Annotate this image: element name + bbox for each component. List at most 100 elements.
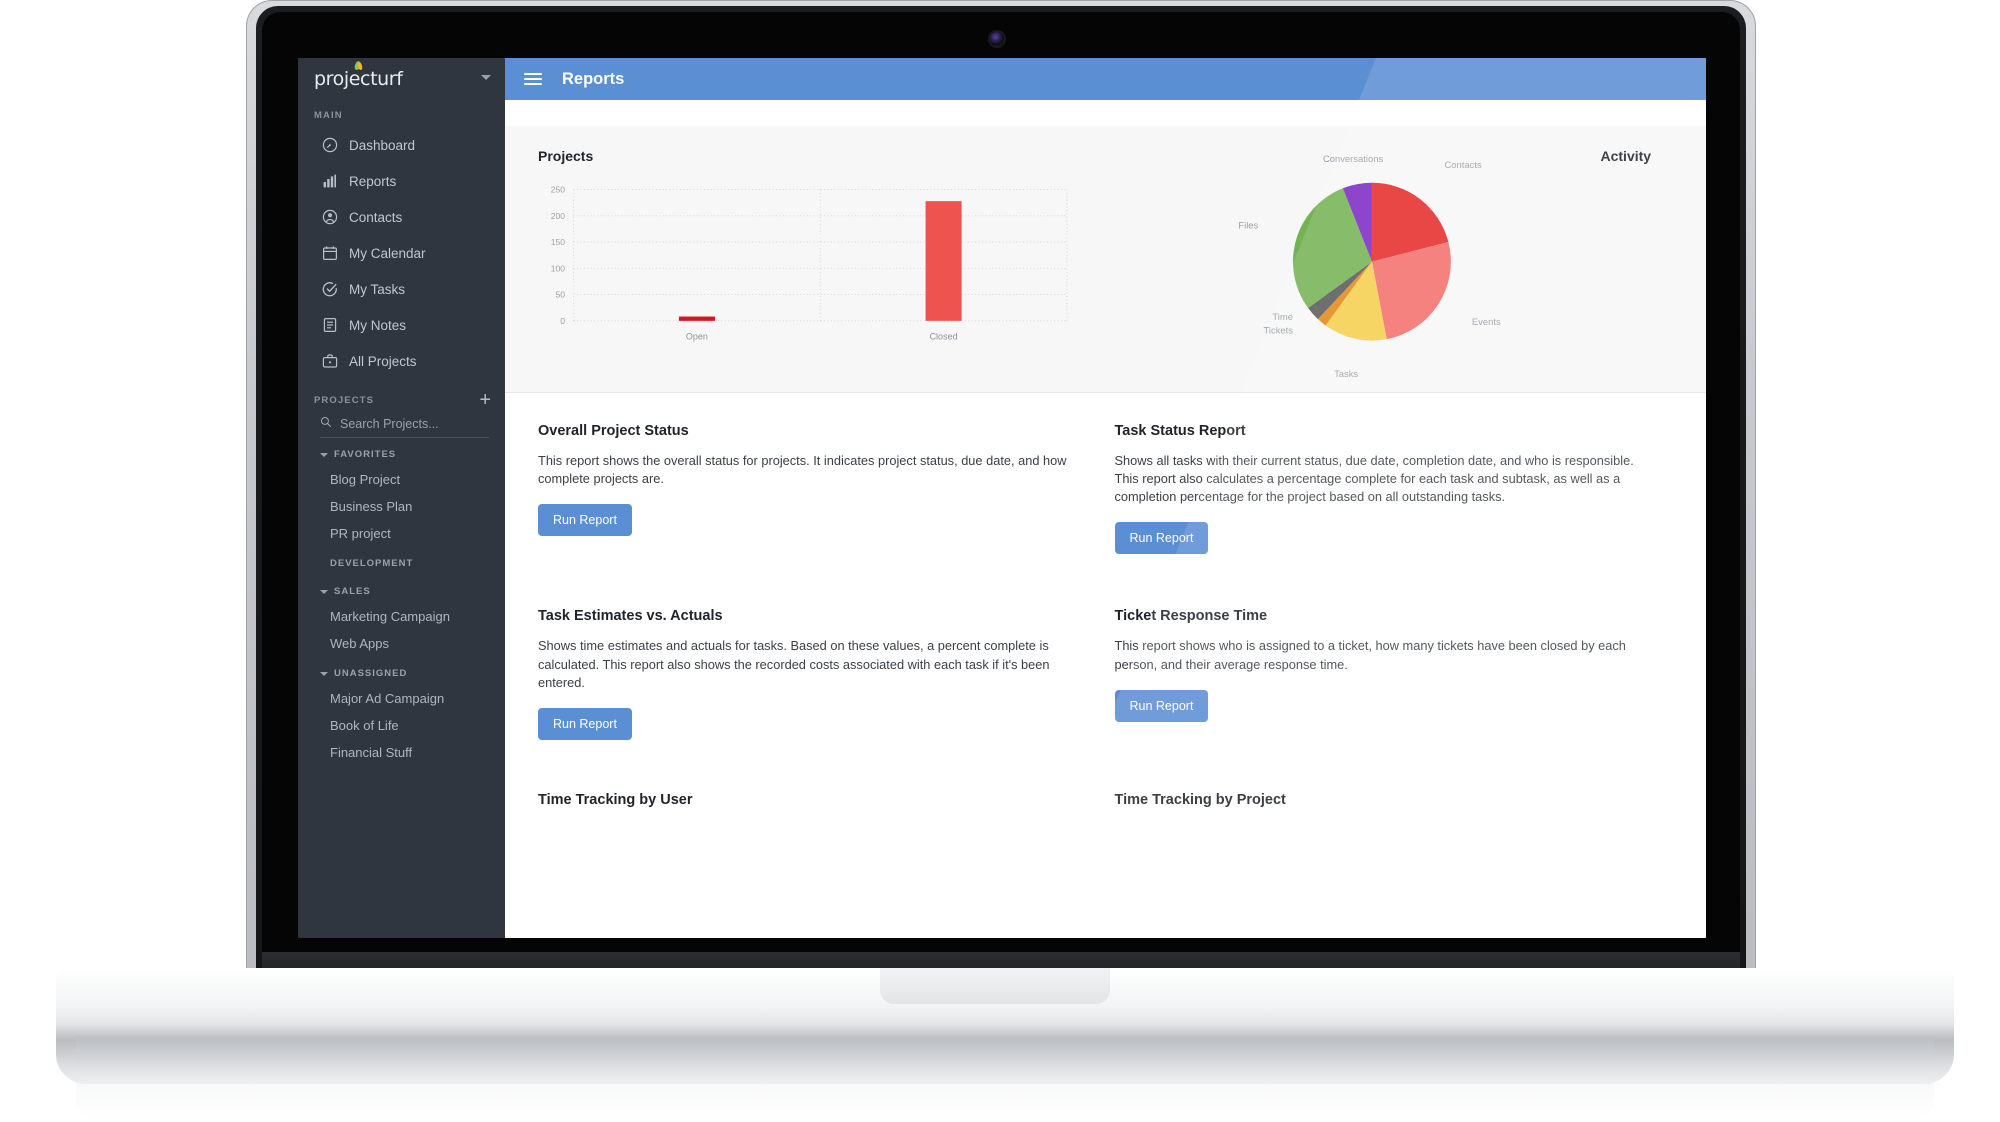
sidebar-item-all-projects[interactable]: All Projects bbox=[298, 343, 505, 379]
projects-header: PROJECTS + bbox=[298, 379, 505, 411]
main-area: Reports Projects 0 50 100 150 200 250 Open Clos… bbox=[505, 58, 1706, 938]
report-title: Time Tracking by User bbox=[538, 791, 693, 808]
sidebar-item-my-tasks[interactable]: My Tasks bbox=[298, 271, 505, 307]
run-report-button[interactable]: Run Report bbox=[538, 707, 632, 740]
y-tick-label: 100 bbox=[551, 263, 566, 273]
chevron-down-icon bbox=[320, 589, 328, 594]
search-projects-row[interactable] bbox=[320, 415, 489, 438]
project-group-development[interactable]: DEVELOPMENT bbox=[298, 547, 505, 575]
bar-chart-icon bbox=[322, 173, 338, 189]
sidebar-item-my-calendar[interactable]: My Calendar bbox=[298, 235, 505, 271]
y-tick-label: 50 bbox=[556, 290, 566, 300]
run-report-button[interactable]: Run Report bbox=[1114, 522, 1209, 555]
project-item[interactable]: Financial Stuff bbox=[298, 739, 505, 766]
pie-label-conversations: Conversations bbox=[1322, 153, 1383, 164]
activity-pie-chart: Activity Contacts Events Tasks Tickets Time F… bbox=[1106, 126, 1707, 392]
chevron-down-icon bbox=[320, 671, 328, 676]
run-report-button[interactable]: Run Report bbox=[538, 504, 632, 537]
pie-label-files: Files bbox=[1238, 220, 1258, 231]
project-group-label: SALES bbox=[334, 586, 371, 597]
project-item[interactable]: Major Ad Campaign bbox=[298, 685, 505, 712]
person-circle-icon bbox=[322, 209, 338, 225]
webcam-icon bbox=[990, 32, 1004, 46]
sidebar-nav: Dashboard Reports Contacts My Calendar My Ta… bbox=[298, 127, 505, 379]
brand-name: projecturf bbox=[314, 68, 403, 90]
run-report-button[interactable]: Run Report bbox=[1114, 689, 1209, 722]
pie-label-tasks: Tasks bbox=[1334, 368, 1358, 379]
laptop-base-notch bbox=[880, 968, 1110, 1004]
sidebar-section-main-label: MAIN bbox=[314, 110, 343, 121]
chevron-down-icon[interactable] bbox=[481, 75, 491, 80]
bar-open bbox=[678, 316, 715, 321]
sidebar-item-label: All Projects bbox=[349, 353, 417, 369]
project-group-favorites[interactable]: FAVORITES bbox=[298, 438, 505, 466]
pie-label-contacts: Contacts bbox=[1444, 159, 1481, 170]
pie-chart-title: Activity bbox=[1600, 148, 1652, 164]
project-item[interactable]: Marketing Campaign bbox=[298, 603, 505, 630]
x-category-label: Open bbox=[686, 332, 708, 342]
project-group-label: FAVORITES bbox=[334, 449, 397, 460]
page-title: Reports bbox=[562, 69, 625, 88]
chevron-down-icon bbox=[320, 452, 328, 457]
sidebar-section-projects-label: PROJECTS bbox=[314, 394, 375, 406]
report-description: This report shows the overall status for… bbox=[538, 453, 1067, 487]
report-title: Ticket Response Time bbox=[1114, 608, 1268, 625]
sidebar-item-label: My Calendar bbox=[349, 245, 426, 261]
pie-label-events: Events bbox=[1471, 316, 1500, 327]
brand-row[interactable]: projecturf bbox=[298, 58, 505, 100]
pie-label-tickets: Tickets bbox=[1263, 325, 1293, 336]
sidebar-item-my-notes[interactable]: My Notes bbox=[298, 307, 505, 343]
project-item[interactable]: Book of Life bbox=[298, 712, 505, 739]
project-item[interactable]: Web Apps bbox=[298, 630, 505, 657]
report-card: Overall Project Status This report shows … bbox=[538, 423, 1070, 578]
dashboard-gauge-icon bbox=[322, 137, 338, 153]
reports-list: Overall Project Status This report shows … bbox=[505, 393, 1706, 938]
report-title: Time Tracking by Project bbox=[1114, 791, 1286, 808]
project-group-sales[interactable]: SALES bbox=[298, 575, 505, 603]
sidebar-item-label: Reports bbox=[349, 173, 397, 189]
project-item[interactable]: Business Plan bbox=[298, 493, 505, 520]
report-description: Shows time estimates and actuals for tas… bbox=[538, 638, 1050, 690]
x-category-label: Closed bbox=[930, 332, 958, 342]
project-groups: FAVORITES Blog Project Business Plan PR pro… bbox=[298, 438, 505, 766]
report-card: Task Estimates vs. Actuals Shows time est… bbox=[538, 608, 1070, 763]
screenshot-stage: projecturf MAIN Dashboard Reports Contacts… bbox=[0, 0, 2000, 1122]
sidebar: projecturf MAIN Dashboard Reports Contacts… bbox=[298, 58, 505, 938]
toolbar-strip bbox=[505, 100, 1706, 126]
report-title: Overall Project Status bbox=[538, 423, 689, 439]
pie-chart-svg: Contacts Events Tasks Tickets Time Files Conve… bbox=[1238, 153, 1501, 379]
project-item[interactable]: PR project bbox=[298, 520, 505, 547]
sidebar-item-label: My Notes bbox=[349, 317, 407, 333]
project-group-unassigned[interactable]: UNASSIGNED bbox=[298, 657, 505, 685]
check-circle-icon bbox=[322, 281, 338, 297]
y-tick-label: 200 bbox=[551, 211, 566, 221]
project-item[interactable]: Blog Project bbox=[298, 466, 505, 493]
report-description: Shows all tasks with their current statu… bbox=[1114, 453, 1634, 505]
report-card: Time Tracking by User bbox=[538, 792, 1070, 845]
reports-row-3: Time Tracking by User Time Tracking by Pr… bbox=[505, 792, 1706, 845]
reports-row-2: Task Estimates vs. Actuals Shows time est… bbox=[505, 608, 1706, 763]
hamburger-menu-icon[interactable] bbox=[524, 73, 542, 85]
y-tick-label: 250 bbox=[551, 185, 566, 195]
topbar: Reports bbox=[505, 58, 1706, 100]
bar-closed bbox=[925, 201, 962, 321]
sidebar-item-reports[interactable]: Reports bbox=[298, 163, 505, 199]
laptop-base-reflection bbox=[76, 1036, 1934, 1122]
charts-panel: Projects 0 50 100 150 200 250 Open Closed Activ… bbox=[505, 126, 1706, 393]
screen-viewport: projecturf MAIN Dashboard Reports Contacts… bbox=[298, 58, 1706, 938]
report-card: Time Tracking by Project bbox=[1115, 792, 1647, 845]
report-title: Task Estimates vs. Actuals bbox=[538, 608, 723, 625]
project-group-label: UNASSIGNED bbox=[334, 668, 408, 679]
application-window: projecturf MAIN Dashboard Reports Contacts… bbox=[298, 58, 1706, 938]
bar-chart-title: Projects bbox=[538, 148, 594, 164]
report-card: Task Status Report Shows all tasks with t… bbox=[1114, 423, 1647, 578]
pie-label-time: Time bbox=[1272, 311, 1293, 322]
report-title: Task Status Report bbox=[1114, 423, 1246, 439]
sidebar-item-contacts[interactable]: Contacts bbox=[298, 199, 505, 235]
sidebar-item-label: My Tasks bbox=[349, 281, 406, 297]
sidebar-item-dashboard[interactable]: Dashboard bbox=[298, 127, 505, 163]
y-tick-label: 0 bbox=[560, 316, 565, 326]
plus-icon[interactable]: + bbox=[479, 390, 491, 410]
sidebar-item-label: Contacts bbox=[349, 209, 403, 225]
search-projects-input[interactable] bbox=[340, 417, 489, 431]
